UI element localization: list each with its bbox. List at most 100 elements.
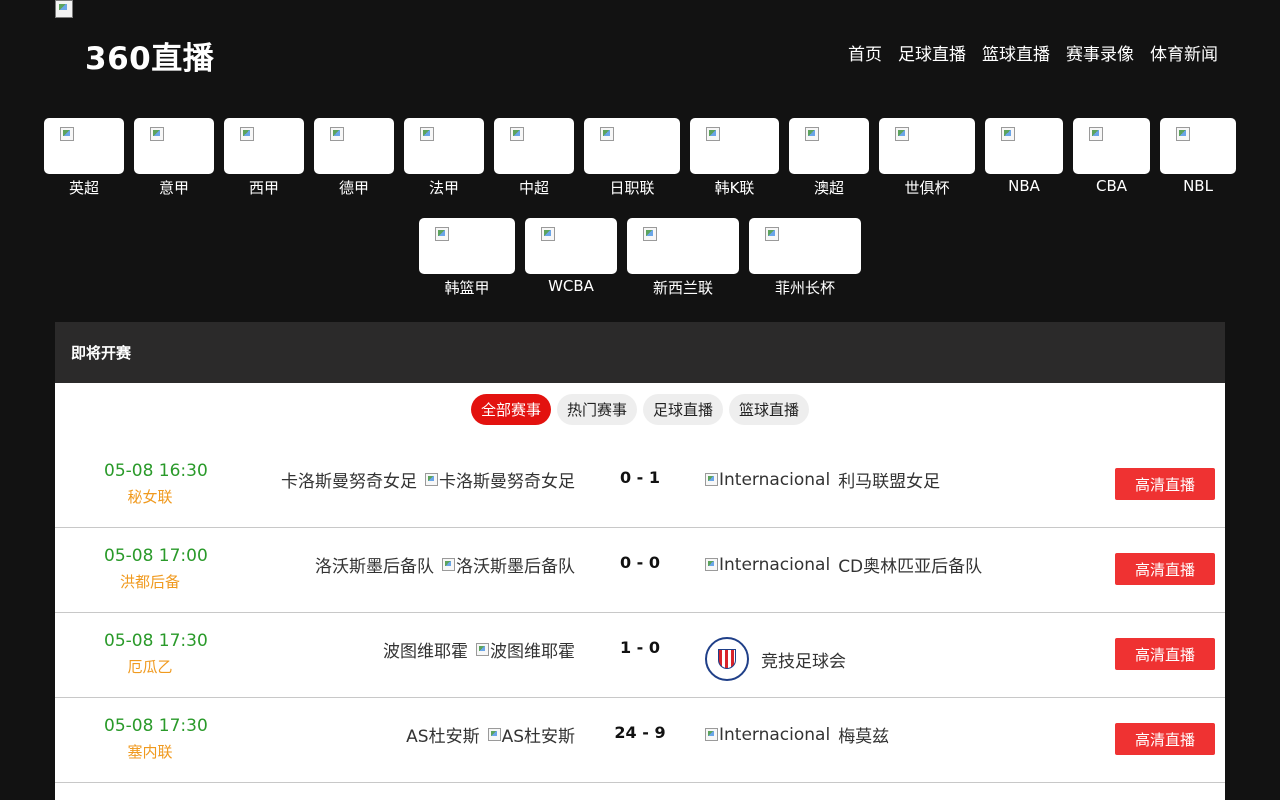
nav-basketball-live[interactable]: 篮球直播 <box>982 40 1050 65</box>
match-score: 0 - 1 <box>619 468 661 487</box>
nav-replays[interactable]: 赛事录像 <box>1066 40 1134 65</box>
logo-broken-image-icon[interactable] <box>55 0 73 18</box>
away-team-name: CD奥林匹亚后备队 <box>838 557 983 577</box>
match-league[interactable]: 塞内联 <box>55 741 245 762</box>
league-name: NBA <box>1008 177 1040 195</box>
league-logo-card[interactable] <box>627 218 739 274</box>
league-item[interactable]: 日职联 <box>584 118 680 198</box>
league-logo-card[interactable] <box>584 118 680 174</box>
league-item[interactable]: 意甲 <box>134 118 214 198</box>
home-team-name: 洛沃斯墨后备队 <box>315 557 434 577</box>
away-logo-alt-text: Internacional <box>719 724 831 745</box>
league-logo-card[interactable] <box>494 118 574 174</box>
filter-football-live[interactable]: 足球直播 <box>643 394 724 425</box>
league-name: 法甲 <box>428 179 459 197</box>
home-team[interactable]: 卡洛斯曼努奇女足 卡洛斯曼努奇女足 <box>281 467 575 492</box>
home-team[interactable]: AS杜安斯 AS杜安斯 <box>406 722 575 747</box>
broken-image-icon <box>435 227 449 241</box>
league-item[interactable]: NBA <box>985 118 1063 198</box>
nav-football-live[interactable]: 足球直播 <box>898 40 966 65</box>
broken-image-icon <box>541 227 555 241</box>
league-name: 德甲 <box>338 179 369 197</box>
filter-hot-events[interactable]: 热门赛事 <box>556 394 637 425</box>
filter-all-events[interactable]: 全部赛事 <box>470 394 551 425</box>
league-item[interactable]: NBL <box>1160 118 1236 198</box>
league-row-1: 英超 意甲 西甲 德甲 法甲 中超 日职联 韩K联 澳超 世俱杯 NBA CBA… <box>0 118 1280 198</box>
league-item[interactable]: 世俱杯 <box>879 118 975 198</box>
nav-home[interactable]: 首页 <box>848 40 882 65</box>
away-logo-alt-text: Internacional <box>719 469 831 490</box>
home-team[interactable]: 洛沃斯墨后备队 洛沃斯墨后备队 <box>315 552 575 577</box>
broken-image-icon <box>805 127 819 141</box>
league-item[interactable]: 法甲 <box>404 118 484 198</box>
league-item[interactable]: CBA <box>1073 118 1150 198</box>
league-name: 澳超 <box>813 179 844 197</box>
league-item[interactable]: 澳超 <box>789 118 869 198</box>
away-team[interactable]: 竞技足球会 <box>705 637 846 681</box>
home-logo-alt-text: 波图维耶霍 <box>490 642 575 662</box>
home-team[interactable]: 波图维耶霍 波图维耶霍 <box>383 637 575 662</box>
match-league[interactable]: 秘女联 <box>55 486 245 507</box>
home-team-name: AS杜安斯 <box>406 727 480 747</box>
away-team[interactable]: Internacional CD奥林匹亚后备队 <box>705 552 982 577</box>
league-name: WCBA <box>548 277 594 295</box>
league-logo-card[interactable] <box>419 218 515 274</box>
match-time: 05-08 16:30 <box>104 461 208 481</box>
away-team[interactable]: Internacional 梅莫兹 <box>705 722 889 747</box>
league-item[interactable]: 新西兰联 <box>627 218 739 298</box>
league-logo-card[interactable] <box>44 118 124 174</box>
league-item[interactable]: 德甲 <box>314 118 394 198</box>
match-score: 0 - 0 <box>619 553 661 572</box>
broken-image-icon <box>240 127 254 141</box>
hd-live-button[interactable]: 高清直播 <box>1115 638 1215 670</box>
league-name: 英超 <box>68 179 99 197</box>
league-logo-card[interactable] <box>224 118 304 174</box>
league-logo-card[interactable] <box>404 118 484 174</box>
league-logo-card[interactable] <box>879 118 975 174</box>
league-logo-card[interactable] <box>789 118 869 174</box>
hd-live-button[interactable]: 高清直播 <box>1115 553 1215 585</box>
broken-image-icon <box>330 127 344 141</box>
broken-image-icon <box>442 558 455 571</box>
hd-live-button[interactable]: 高清直播 <box>1115 468 1215 500</box>
nav-sports-news[interactable]: 体育新闻 <box>1150 40 1218 65</box>
league-name: 日职联 <box>609 179 655 197</box>
league-logo-card[interactable] <box>134 118 214 174</box>
league-logo-card[interactable] <box>1073 118 1150 174</box>
broken-image-icon <box>706 127 720 141</box>
away-logo-alt-text: Internacional <box>719 554 831 575</box>
site-title[interactable]: 360直播 <box>85 33 214 78</box>
league-item[interactable]: 英超 <box>44 118 124 198</box>
league-item[interactable]: 中超 <box>494 118 574 198</box>
league-name: 新西兰联 <box>652 279 713 297</box>
league-item[interactable]: 韩K联 <box>690 118 779 198</box>
match-league[interactable]: 厄瓜乙 <box>55 656 245 677</box>
league-logo-card[interactable] <box>1160 118 1236 174</box>
league-logo-card[interactable] <box>985 118 1063 174</box>
club-crest-icon <box>705 637 749 681</box>
league-item[interactable]: 西甲 <box>224 118 304 198</box>
away-team-name: 竞技足球会 <box>761 651 846 672</box>
league-item[interactable]: 菲州长杯 <box>749 218 861 298</box>
home-logo-alt-text: 卡洛斯曼努奇女足 <box>439 472 575 492</box>
match-row: 05-08 17:30 塞内联 AS杜安斯 AS杜安斯 24 - 9 Inter… <box>55 698 1225 783</box>
league-name: 韩K联 <box>714 179 755 197</box>
broken-image-icon <box>895 127 909 141</box>
league-logo-card[interactable] <box>525 218 617 274</box>
league-logo-card[interactable] <box>314 118 394 174</box>
home-team-logo: AS杜安斯 <box>487 722 575 747</box>
league-item[interactable]: WCBA <box>525 218 617 298</box>
match-row: 05-08 16:30 秘女联 卡洛斯曼努奇女足 卡洛斯曼努奇女足 0 - 1 … <box>55 443 1225 528</box>
match-score: 1 - 0 <box>619 638 661 657</box>
league-name: 意甲 <box>158 179 189 197</box>
match-league[interactable]: 洪都后备 <box>55 571 245 592</box>
broken-image-icon <box>1176 127 1190 141</box>
hd-live-button[interactable]: 高清直播 <box>1115 723 1215 755</box>
league-row-2: 韩篮甲 WCBA 新西兰联 菲州长杯 <box>0 218 1280 298</box>
filter-basketball-live[interactable]: 篮球直播 <box>729 394 810 425</box>
league-item[interactable]: 韩篮甲 <box>419 218 515 298</box>
league-name: CBA <box>1095 177 1128 195</box>
league-logo-card[interactable] <box>749 218 861 274</box>
league-logo-card[interactable] <box>690 118 779 174</box>
away-team[interactable]: Internacional 利马联盟女足 <box>705 467 940 492</box>
